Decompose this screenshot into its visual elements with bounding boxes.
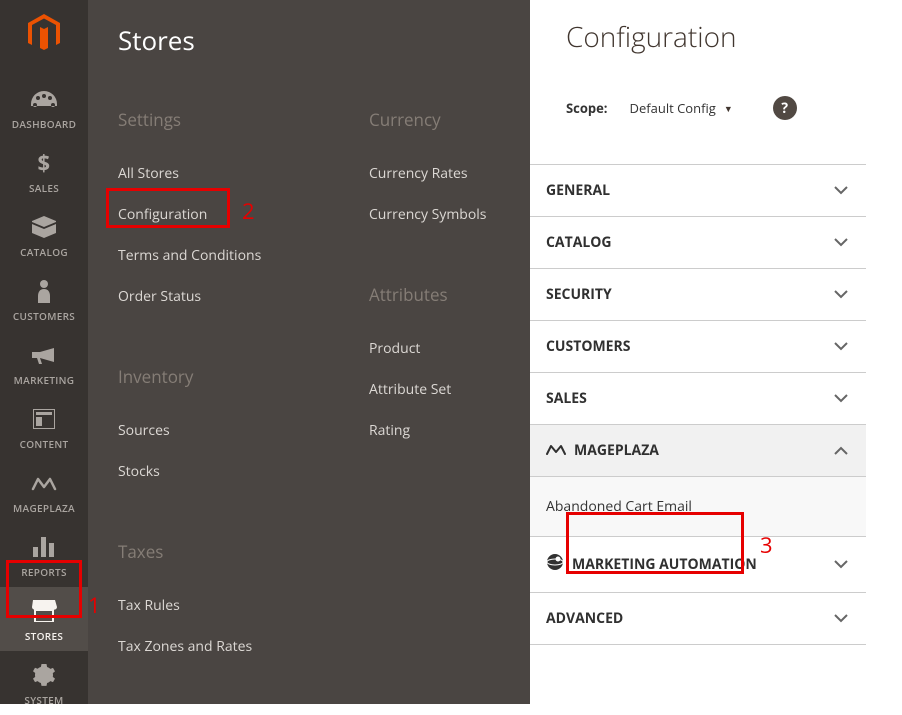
layout-icon: [33, 405, 55, 433]
mageplaza-icon: [31, 469, 57, 497]
section-marketing-automation[interactable]: MARKETING AUTOMATION: [530, 537, 866, 593]
nav-stores[interactable]: STORES: [0, 587, 88, 651]
section-mageplaza[interactable]: MAGEPLAZA: [530, 425, 866, 477]
section-catalog[interactable]: CATALOG: [530, 217, 866, 269]
bar-chart-icon: [33, 533, 55, 561]
link-terms[interactable]: Terms and Conditions: [118, 235, 369, 276]
section-label: MARKETING AUTOMATION: [572, 555, 757, 574]
nav-label: REPORTS: [21, 565, 67, 579]
link-currency-rates[interactable]: Currency Rates: [369, 153, 530, 194]
section-label: MAGEPLAZA: [574, 441, 659, 460]
chevron-down-icon: [834, 555, 848, 574]
submenu-heading-settings: Settings: [118, 108, 369, 131]
gauge-icon: [31, 85, 57, 113]
nav-label: MAGEPLAZA: [13, 501, 75, 515]
magento-logo-icon[interactable]: [27, 14, 61, 57]
box-icon: [32, 213, 56, 241]
chevron-down-icon: [834, 389, 848, 408]
section-label: ADVANCED: [546, 609, 623, 628]
chevron-down-icon: [834, 233, 848, 252]
chevron-down-icon: [834, 609, 848, 628]
help-icon[interactable]: ?: [773, 96, 797, 120]
config-sections: GENERAL CATALOG SECURITY CUSTOMERS SALES…: [530, 164, 866, 645]
link-currency-symbols[interactable]: Currency Symbols: [369, 194, 530, 235]
link-order-status[interactable]: Order Status: [118, 276, 369, 317]
nav-label: DASHBOARD: [12, 117, 76, 131]
section-label: SALES: [546, 389, 587, 408]
nav-sales[interactable]: $ SALES: [0, 139, 88, 203]
submenu-heading-attributes: Attributes: [369, 283, 530, 306]
chevron-down-icon: [834, 181, 848, 200]
nav-customers[interactable]: CUSTOMERS: [0, 267, 88, 331]
link-product[interactable]: Product: [369, 328, 530, 369]
nav-system[interactable]: SYSTEM: [0, 651, 88, 715]
chevron-down-icon: [834, 337, 848, 356]
link-tax-rules[interactable]: Tax Rules: [118, 585, 369, 626]
admin-sidebar: DASHBOARD $ SALES CATALOG CUSTOMERS MARK…: [0, 0, 88, 704]
nav-label: CONTENT: [20, 437, 69, 451]
storefront-icon: [31, 597, 57, 625]
person-icon: [36, 277, 52, 305]
chevron-up-icon: [834, 441, 848, 460]
nav-marketing[interactable]: MARKETING: [0, 331, 88, 395]
nav-label: MARKETING: [14, 373, 75, 387]
scope-label: Scope:: [566, 99, 608, 117]
nav-label: CATALOG: [20, 245, 68, 259]
dollar-icon: $: [37, 149, 51, 177]
link-configuration[interactable]: Configuration: [118, 194, 369, 235]
link-rating[interactable]: Rating: [369, 410, 530, 451]
nav-content[interactable]: CONTENT: [0, 395, 88, 459]
chevron-down-icon: [834, 285, 848, 304]
link-stocks[interactable]: Stocks: [118, 451, 369, 492]
subitem-abandoned-cart-email[interactable]: Abandoned Cart Email: [530, 477, 866, 537]
nav-catalog[interactable]: CATALOG: [0, 203, 88, 267]
nav-label: SALES: [29, 181, 59, 195]
section-advanced[interactable]: ADVANCED: [530, 593, 866, 645]
nav-label: CUSTOMERS: [13, 309, 75, 323]
scope-value: Default Config: [630, 99, 716, 117]
megaphone-icon: [32, 341, 56, 369]
link-sources[interactable]: Sources: [118, 410, 369, 451]
stores-submenu: Stores Settings All Stores Configuration…: [88, 0, 530, 704]
svg-text:$: $: [38, 151, 51, 175]
nav-reports[interactable]: REPORTS: [0, 523, 88, 587]
section-label: CUSTOMERS: [546, 337, 630, 356]
scope-selector[interactable]: Default Config ▼: [626, 97, 737, 119]
page-title: Configuration: [566, 18, 902, 56]
nav-label: STORES: [25, 629, 63, 643]
link-tax-zones[interactable]: Tax Zones and Rates: [118, 626, 369, 667]
section-label: GENERAL: [546, 181, 610, 200]
submenu-heading-currency: Currency: [369, 108, 530, 131]
mageplaza-icon: [546, 441, 566, 460]
caret-down-icon: ▼: [724, 102, 733, 115]
link-all-stores[interactable]: All Stores: [118, 153, 369, 194]
link-attribute-set[interactable]: Attribute Set: [369, 369, 530, 410]
section-label: CATALOG: [546, 233, 612, 252]
submenu-title: Stores: [118, 22, 530, 58]
nav-mageplaza[interactable]: MAGEPLAZA: [0, 459, 88, 523]
sphere-icon: [546, 553, 564, 576]
section-customers[interactable]: CUSTOMERS: [530, 321, 866, 373]
subitem-label: Abandoned Cart Email: [546, 497, 692, 516]
section-security[interactable]: SECURITY: [530, 269, 866, 321]
section-label: SECURITY: [546, 285, 612, 304]
submenu-heading-inventory: Inventory: [118, 365, 369, 388]
scope-row: Scope: Default Config ▼ ?: [566, 96, 902, 120]
nav-label: SYSTEM: [24, 693, 63, 707]
section-sales[interactable]: SALES: [530, 373, 866, 425]
section-general[interactable]: GENERAL: [530, 165, 866, 217]
submenu-heading-taxes: Taxes: [118, 540, 369, 563]
gear-icon: [33, 661, 55, 689]
nav-dashboard[interactable]: DASHBOARD: [0, 75, 88, 139]
main-content: Configuration Scope: Default Config ▼ ? …: [530, 0, 902, 704]
